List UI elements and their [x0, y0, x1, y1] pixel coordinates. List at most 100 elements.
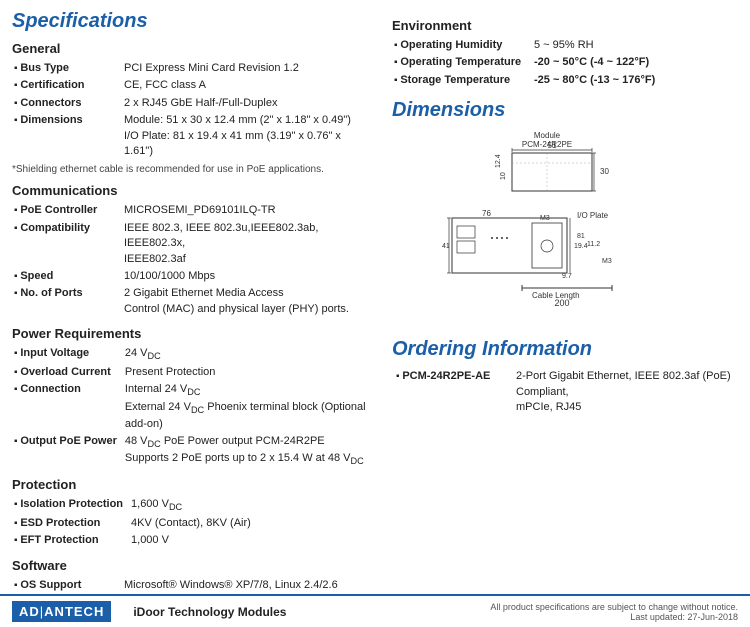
- table-row: Overload Current Present Protection: [12, 364, 372, 381]
- power-table: Input Voltage 24 VDC Overload Current Pr…: [12, 345, 372, 469]
- table-row: No. of Ports 2 Gigabit Ethernet Media Ac…: [12, 285, 372, 318]
- table-row: Output PoE Power 48 VDC PoE Power output…: [12, 433, 372, 469]
- value: MICROSEMI_PD69101ILQ-TR: [122, 202, 372, 219]
- table-row: EFT Protection 1,000 V: [12, 532, 372, 549]
- svg-text:81: 81: [577, 233, 585, 240]
- section-ordering-title: Ordering Information: [392, 338, 738, 361]
- section-dimensions-title: Dimensions: [392, 99, 738, 122]
- table-row: Dimensions Module: 51 x 30 x 12.4 mm (2"…: [12, 112, 372, 160]
- svg-text:30: 30: [600, 167, 609, 176]
- value: 48 VDC PoE Power output PCM-24R2PESuppor…: [123, 433, 372, 469]
- section-power-title: Power Requirements: [12, 326, 372, 341]
- label: Operating Humidity: [392, 37, 532, 54]
- software-table: OS Support Microsoft® Windows® XP/7/8, L…: [12, 577, 372, 594]
- label: ESD Protection: [12, 515, 129, 532]
- value: -25 ~ 80°C (-13 ~ 176°F): [532, 72, 738, 89]
- product-description: 2-Port Gigabit Ethernet, IEEE 802.3af (P…: [512, 367, 738, 417]
- section-environment-title: Environment: [392, 18, 738, 33]
- dimensions-svg: Module PCM-24R2PE 51 30: [392, 128, 712, 328]
- table-row: Operating Temperature -20 ~ 50°C (-4 ~ 1…: [392, 54, 738, 71]
- footer-logo: AD|ANTECH: [12, 601, 117, 622]
- label: Speed: [12, 268, 122, 285]
- table-row: Storage Temperature -25 ~ 80°C (-13 ~ 17…: [392, 72, 738, 89]
- footer-tagline: iDoor Technology Modules: [133, 605, 490, 619]
- svg-text:M3: M3: [540, 215, 550, 222]
- value: Module: 51 x 30 x 12.4 mm (2" x 1.18" x …: [122, 112, 372, 160]
- table-row: Operating Humidity 5 ~ 95% RH: [392, 37, 738, 54]
- svg-text:Module: Module: [534, 131, 561, 140]
- table-row: Certification CE, FCC class A: [12, 77, 372, 94]
- svg-text:200: 200: [554, 298, 569, 308]
- label: Bus Type: [12, 60, 122, 77]
- svg-text:51: 51: [548, 141, 557, 150]
- table-row: Isolation Protection 1,600 VDC: [12, 496, 372, 515]
- table-row: PCM-24R2PE-AE 2-Port Gigabit Ethernet, I…: [392, 367, 738, 417]
- table-row: ESD Protection 4KV (Contact), 8KV (Air): [12, 515, 372, 532]
- footer-note: All product specifications are subject t…: [490, 602, 738, 612]
- label: Operating Temperature: [392, 54, 532, 71]
- value: 1,000 V: [129, 532, 372, 549]
- label: Storage Temperature: [392, 72, 532, 89]
- value: 4KV (Contact), 8KV (Air): [129, 515, 372, 532]
- value: 10/100/1000 Mbps: [122, 268, 372, 285]
- footer: AD|ANTECH iDoor Technology Modules All p…: [0, 594, 750, 627]
- logo-text: AD|ANTECH: [12, 601, 111, 622]
- value: CE, FCC class A: [122, 77, 372, 94]
- value: Present Protection: [123, 364, 372, 381]
- label: Compatibility: [12, 220, 122, 268]
- label: Output PoE Power: [12, 433, 123, 469]
- section-protection-title: Protection: [12, 477, 372, 492]
- table-row: OS Support Microsoft® Windows® XP/7/8, L…: [12, 577, 372, 594]
- label: PoE Controller: [12, 202, 122, 219]
- label: Dimensions: [12, 112, 122, 160]
- value: 1,600 VDC: [129, 496, 372, 515]
- label: EFT Protection: [12, 532, 129, 549]
- svg-text:76: 76: [482, 209, 491, 218]
- table-row: PoE Controller MICROSEMI_PD69101ILQ-TR: [12, 202, 372, 219]
- value: 5 ~ 95% RH: [532, 37, 738, 54]
- svg-text:19.4: 19.4: [574, 243, 588, 250]
- left-column: Specifications General Bus Type PCI Expr…: [12, 10, 382, 594]
- label: OS Support: [12, 577, 122, 594]
- section-general-title: General: [12, 41, 372, 56]
- value: 24 VDC: [123, 345, 372, 364]
- table-row: Connectors 2 x RJ45 GbE Half-/Full-Duple…: [12, 95, 372, 112]
- table-row: Compatibility IEEE 802.3, IEEE 802.3u,IE…: [12, 220, 372, 268]
- value: 2 Gigabit Ethernet Media AccessControl (…: [122, 285, 372, 318]
- svg-text:12.4: 12.4: [495, 154, 502, 168]
- value: -20 ~ 50°C (-4 ~ 122°F): [532, 54, 738, 71]
- protection-table: Isolation Protection 1,600 VDC ESD Prote…: [12, 496, 372, 550]
- page: Specifications General Bus Type PCI Expr…: [0, 0, 750, 627]
- section-software-title: Software: [12, 558, 372, 573]
- label: No. of Ports: [12, 285, 122, 318]
- label: Isolation Protection: [12, 496, 129, 515]
- label: Input Voltage: [12, 345, 123, 364]
- value: 2 x RJ45 GbE Half-/Full-Duplex: [122, 95, 372, 112]
- svg-text:10: 10: [500, 172, 507, 180]
- section-communications-title: Communications: [12, 183, 372, 198]
- table-row: Speed 10/100/1000 Mbps: [12, 268, 372, 285]
- right-column: Environment Operating Humidity 5 ~ 95% R…: [382, 10, 738, 594]
- label: Certification: [12, 77, 122, 94]
- main-content: Specifications General Bus Type PCI Expr…: [0, 0, 750, 594]
- svg-text:41: 41: [442, 243, 450, 250]
- general-table: Bus Type PCI Express Mini Card Revision …: [12, 60, 372, 160]
- communications-table: PoE Controller MICROSEMI_PD69101ILQ-TR C…: [12, 202, 372, 318]
- value: Microsoft® Windows® XP/7/8, Linux 2.4/2.…: [122, 577, 372, 594]
- dimensions-diagram: Module PCM-24R2PE 51 30: [392, 128, 712, 328]
- table-row: Connection Internal 24 VDCExternal 24 VD…: [12, 381, 372, 432]
- value: Internal 24 VDCExternal 24 VDC Phoenix t…: [123, 381, 372, 432]
- product-label: PCM-24R2PE-AE: [392, 367, 512, 417]
- ordering-table: PCM-24R2PE-AE 2-Port Gigabit Ethernet, I…: [392, 367, 738, 417]
- table-row: Bus Type PCI Express Mini Card Revision …: [12, 60, 372, 77]
- svg-text:9.7: 9.7: [562, 273, 572, 280]
- environment-table: Operating Humidity 5 ~ 95% RH Operating …: [392, 37, 738, 89]
- label: Overload Current: [12, 364, 123, 381]
- value: PCI Express Mini Card Revision 1.2: [122, 60, 372, 77]
- svg-text:11.2: 11.2: [587, 241, 600, 248]
- page-title: Specifications: [12, 10, 372, 33]
- shielding-note: *Shielding ethernet cable is recommended…: [12, 164, 372, 175]
- footer-date: Last updated: 27-Jun-2018: [630, 612, 738, 622]
- table-row: Input Voltage 24 VDC: [12, 345, 372, 364]
- value: IEEE 802.3, IEEE 802.3u,IEEE802.3ab, IEE…: [122, 220, 372, 268]
